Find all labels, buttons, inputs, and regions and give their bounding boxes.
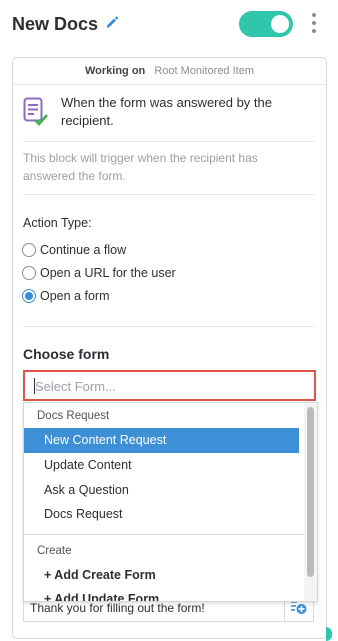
divider bbox=[23, 194, 315, 195]
active-toggle[interactable] bbox=[239, 11, 293, 37]
add-create-form-option[interactable]: + Add Create Form bbox=[24, 563, 299, 588]
radio-button-selected[interactable] bbox=[22, 289, 36, 303]
divider bbox=[23, 326, 315, 327]
dropdown-option[interactable]: Update Content bbox=[24, 453, 299, 478]
form-search-input[interactable] bbox=[35, 377, 295, 395]
description-line-2: answered the form. bbox=[23, 169, 126, 183]
dropdown-group-label: Create bbox=[37, 545, 72, 557]
option-label: Docs Request bbox=[44, 507, 123, 521]
working-on-label: Working on bbox=[84, 65, 146, 77]
dropdown-option[interactable]: Docs Request bbox=[24, 502, 299, 527]
working-on-bar: Working on Root Monitored Item bbox=[13, 58, 326, 85]
radio-label: Continue a flow bbox=[40, 243, 127, 257]
toggle-knob bbox=[271, 15, 289, 33]
add-update-form-option[interactable]: + Add Update Form bbox=[24, 587, 299, 602]
message-text: Thank you for filling out the form! bbox=[30, 601, 205, 615]
option-label: + Add Update Form bbox=[44, 592, 160, 602]
radio-label: Open a form bbox=[40, 289, 110, 303]
header: New Docs bbox=[0, 0, 338, 50]
dropdown-group-label: Docs Request bbox=[37, 410, 110, 422]
form-check-icon bbox=[23, 97, 48, 126]
trigger-description: This block will trigger when the recipie… bbox=[23, 149, 313, 185]
action-type-label: Action Type: bbox=[23, 216, 92, 230]
option-label: New Content Request bbox=[44, 433, 167, 447]
kebab-menu-icon[interactable] bbox=[311, 13, 317, 35]
dropdown-divider bbox=[24, 534, 304, 535]
dropdown-option[interactable]: Ask a Question bbox=[24, 478, 299, 503]
trigger-line-1: When the form was answered by the bbox=[61, 95, 272, 110]
working-on-value[interactable]: Root Monitored Item bbox=[154, 65, 254, 77]
dropdown-option[interactable]: New Content Request bbox=[24, 428, 299, 453]
divider bbox=[23, 141, 315, 142]
pencil-icon[interactable] bbox=[105, 15, 119, 29]
choose-form-heading: Choose form bbox=[23, 346, 110, 362]
form-dropdown[interactable]: Docs Request New Content Request Update … bbox=[23, 402, 318, 602]
trigger-line-2: recipient. bbox=[61, 113, 114, 128]
radio-label: Open a URL for the user bbox=[40, 266, 176, 280]
trigger-text: When the form was answered by the recipi… bbox=[61, 94, 272, 130]
scrollbar-thumb[interactable] bbox=[307, 407, 314, 577]
page-title: New Docs bbox=[12, 14, 99, 34]
option-label: Update Content bbox=[44, 458, 132, 472]
form-select[interactable] bbox=[23, 370, 316, 401]
option-label: + Add Create Form bbox=[44, 568, 156, 582]
toggle-edge bbox=[326, 627, 332, 641]
radio-button[interactable] bbox=[22, 266, 36, 280]
radio-button[interactable] bbox=[22, 243, 36, 257]
dropdown-scrollbar[interactable] bbox=[304, 403, 317, 601]
description-line-1: This block will trigger when the recipie… bbox=[23, 151, 258, 165]
option-label: Ask a Question bbox=[44, 483, 129, 497]
trigger-row: When the form was answered by the recipi… bbox=[23, 94, 313, 134]
